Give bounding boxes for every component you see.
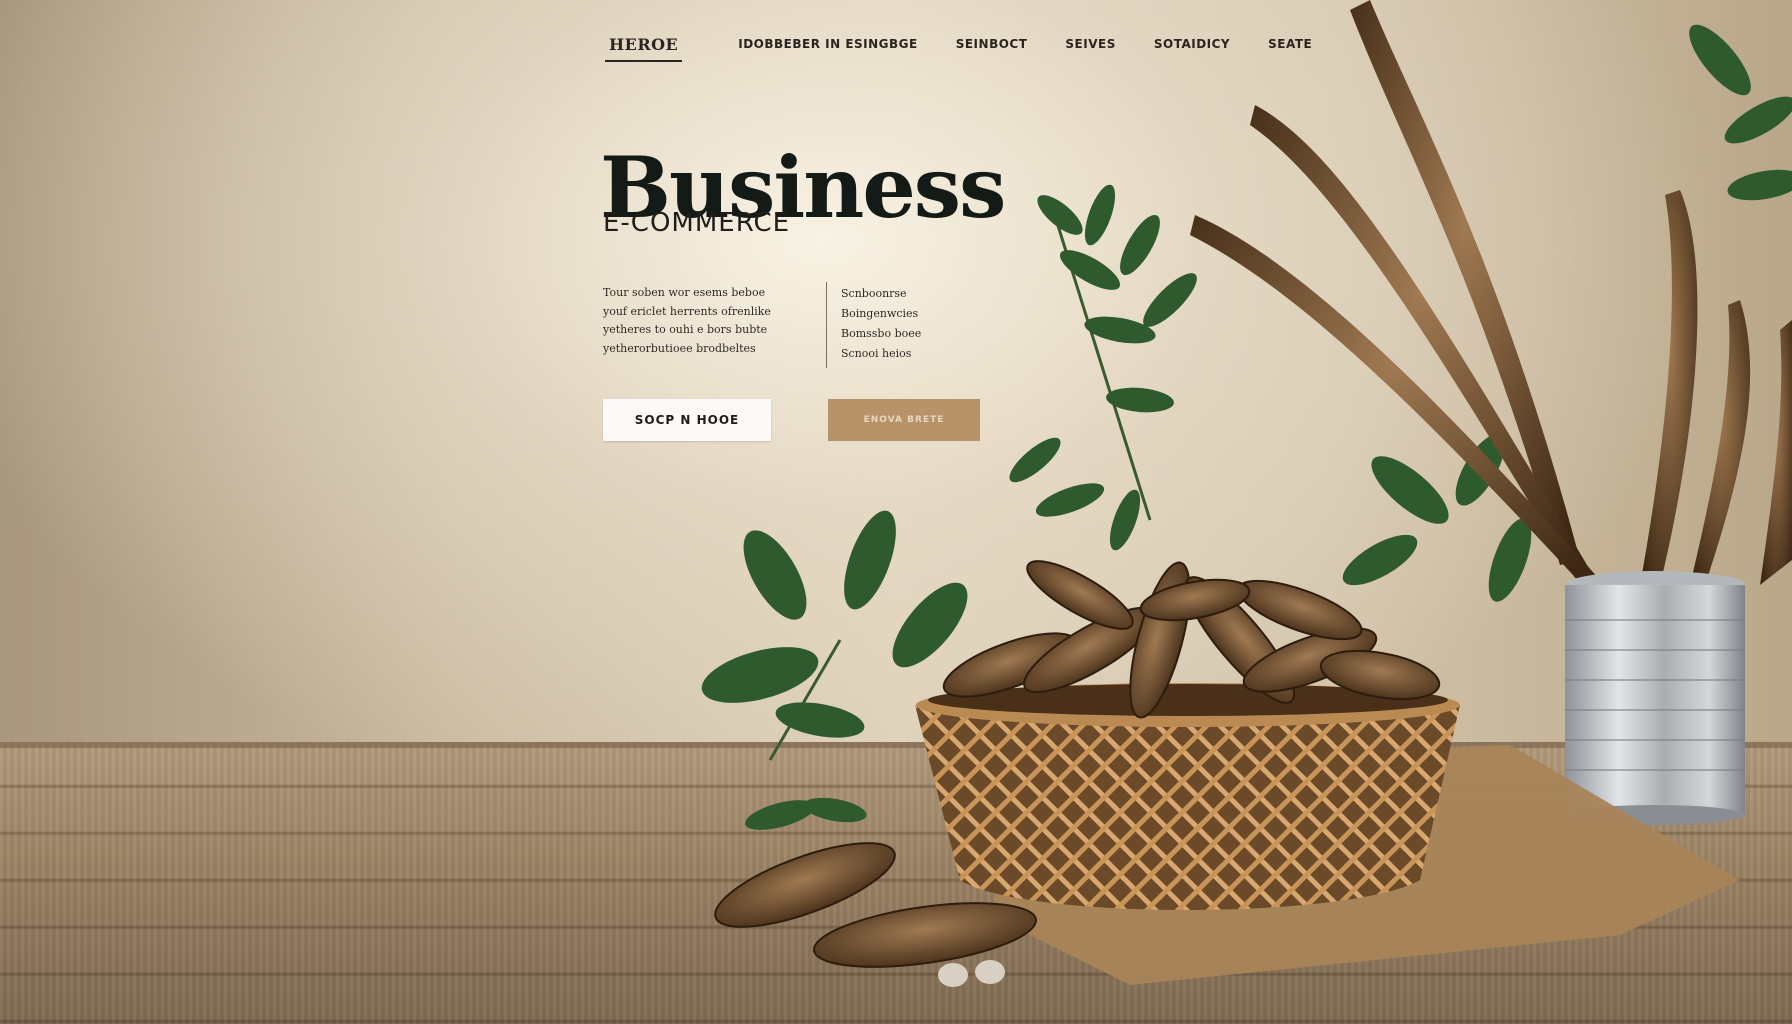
wooden-table [0,742,1792,1024]
nav-item-4[interactable]: SOTAIDICY [1154,37,1230,59]
nav-item-home[interactable]: HEROE [605,35,683,62]
intro-text: Tour soben wor esems beboe youf ericlet … [603,284,793,358]
wall-background [0,0,1792,745]
intro-line: Tour soben wor esems beboe [603,286,766,299]
feature-item: Boingenwcies [841,307,919,320]
feature-list: Scnboonrse Boingenwcies Bomssbo boee Scn… [841,284,951,364]
feature-item: Scnooi heios [841,347,912,360]
secondary-cta-button[interactable]: ENOVA BRETE [828,399,980,441]
hero-section: HEROE IDOBBEBER IN ESINGBGE SEINBOCT SEI… [0,0,1792,1024]
page-subtitle: E-COMMERCE [603,208,791,238]
nav-item-5[interactable]: SEATE [1268,37,1312,59]
feature-item: Bomssbo boee [841,327,922,340]
nav-item-1[interactable]: IDOBBEBER IN ESINGBGE [738,37,917,59]
feature-item: Scnboonrse [841,287,907,300]
intro-line: youf ericlet herrents ofrenlike [603,304,771,318]
shop-now-button[interactable]: SOCP N HOOE [603,399,771,441]
intro-line: yetheres to ouhi e bors bubte [603,323,768,336]
table-edge [0,742,1792,748]
intro-line: yetherorbutioee brodbeltes [603,341,756,355]
column-divider [826,282,827,368]
nav-item-2[interactable]: SEINBOCT [956,37,1028,59]
top-navigation: HEROE IDOBBEBER IN ESINGBGE SEINBOCT SEI… [605,30,1350,66]
nav-item-3[interactable]: SEIVES [1065,37,1115,59]
